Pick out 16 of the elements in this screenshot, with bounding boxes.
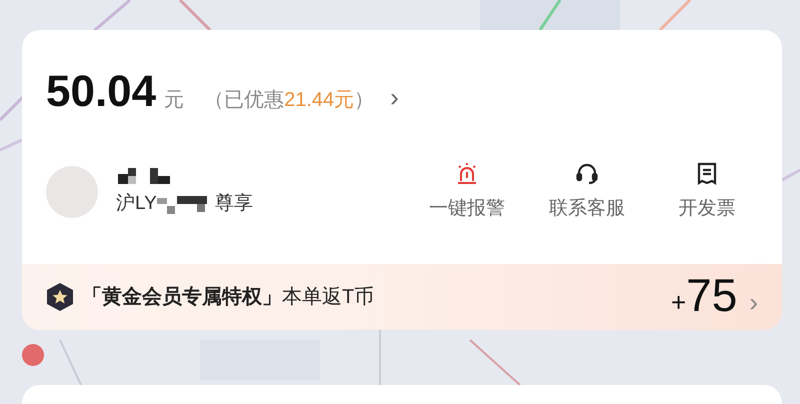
- fare-detail-chevron[interactable]: ›: [390, 78, 399, 117]
- headset-icon: [574, 161, 600, 187]
- fare-amount: 50.04: [46, 70, 156, 114]
- premium-label: 尊享: [214, 192, 253, 216]
- action-button[interactable]: 一键报警: [422, 161, 512, 224]
- plate-number: 沪LY: [116, 192, 157, 216]
- fare-unit: 元: [164, 88, 184, 113]
- membership-banner[interactable]: 「黄金会员专属特权」本单返T币 +75 ›: [22, 264, 782, 330]
- points-value: +75: [670, 272, 738, 322]
- star-badge-icon: [46, 282, 74, 312]
- membership-text: 「黄金会员专属特权」本单返T币: [82, 285, 374, 310]
- discount-text: （已优惠21.44元）: [204, 88, 374, 113]
- action-button[interactable]: 开发票: [662, 161, 752, 224]
- action-button[interactable]: 联系客服: [542, 161, 632, 224]
- chevron-icon: ›: [749, 283, 758, 322]
- name-mosaic: [116, 166, 172, 186]
